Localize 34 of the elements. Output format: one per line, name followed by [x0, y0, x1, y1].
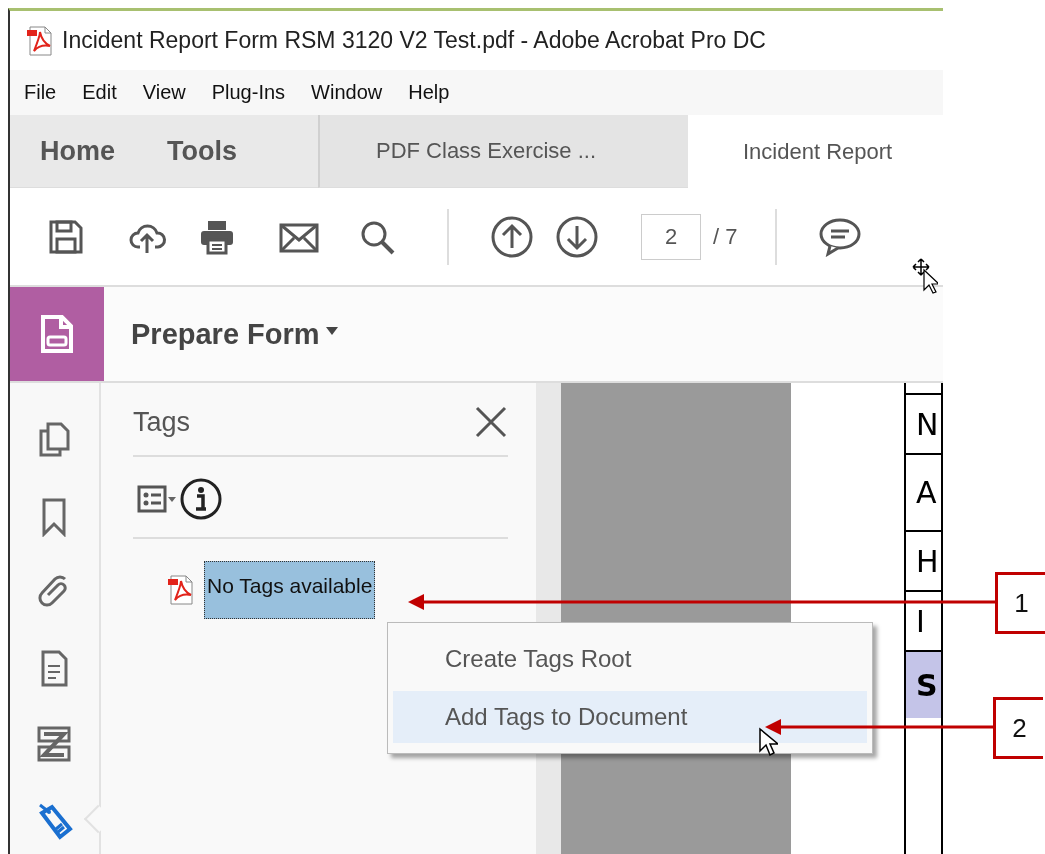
pdf-file-icon [24, 23, 54, 58]
options-menu-icon[interactable] [137, 485, 177, 513]
panel-title: Tags [133, 406, 191, 438]
menu-item[interactable]: Create Tags Root [393, 633, 867, 685]
page-count: / 7 [713, 223, 738, 250]
nav-link[interactable]: Home [40, 135, 115, 167]
menu-item[interactable]: Add Tags to Document [393, 691, 867, 743]
table-cell: H [906, 532, 941, 592]
form-icon [40, 314, 74, 354]
form-tool-button[interactable] [10, 287, 104, 381]
menu-item[interactable]: Edit [82, 81, 117, 104]
menu-item[interactable]: Help [408, 81, 450, 104]
page-number-field[interactable]: 2 [641, 213, 701, 260]
callout-number: 2 [993, 697, 1043, 759]
table-cell: N [906, 395, 941, 455]
nav-link[interactable]: Tools [167, 135, 237, 167]
close-icon[interactable] [474, 405, 508, 439]
comment-icon[interactable] [818, 216, 863, 257]
arrow-up-icon[interactable] [490, 214, 534, 259]
tree-item[interactable]: No Tags available [204, 561, 376, 619]
arrow-down-icon[interactable] [555, 214, 599, 259]
info-icon[interactable] [179, 477, 223, 521]
menu-item[interactable]: View [142, 81, 186, 104]
document-tab[interactable]: PDF Class Exercise ... [318, 115, 688, 188]
window-title: Incident Report Form RSM 3120 V2 Test.pdf - Adobe Acrobat Pro DC [62, 27, 766, 54]
menu-item[interactable]: Window [311, 81, 383, 104]
table-cell: S [906, 652, 941, 718]
callout-number: 1 [995, 572, 1045, 634]
compare-icon[interactable] [35, 725, 74, 765]
pdf-file-icon [165, 573, 195, 607]
table-cell: A [906, 455, 941, 532]
caret-icon [325, 327, 338, 335]
menu-item[interactable]: File [24, 81, 57, 104]
menu-item[interactable]: Plug-Ins [211, 81, 286, 104]
